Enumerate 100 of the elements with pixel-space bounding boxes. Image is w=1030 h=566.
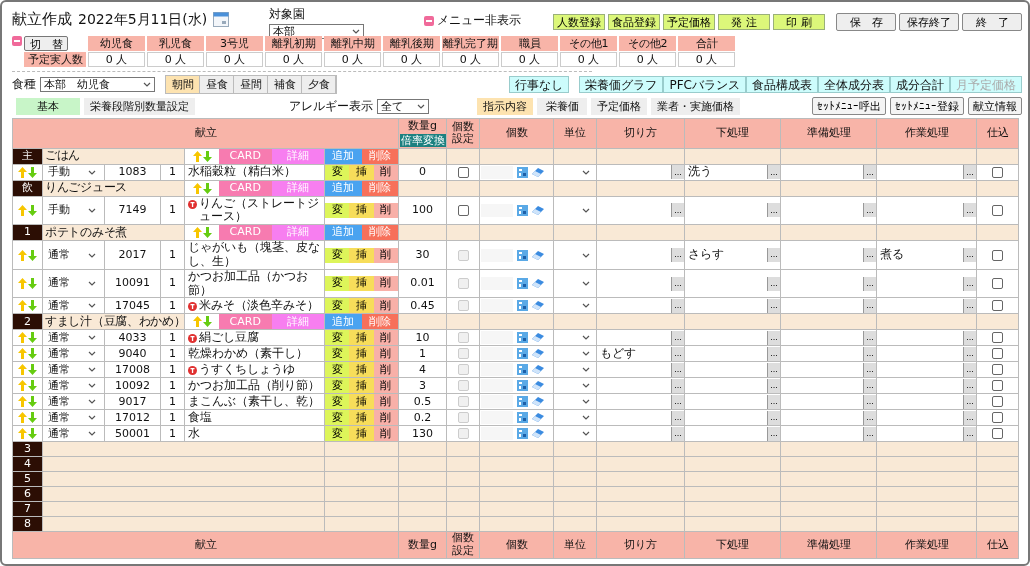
report-button[interactable]: 食品構成表 bbox=[746, 76, 818, 93]
calculator-icon[interactable] bbox=[517, 249, 529, 261]
browse-button[interactable]: ... bbox=[963, 410, 977, 425]
down-arrow-icon[interactable] bbox=[202, 182, 212, 194]
mode-dropdown[interactable]: 通常 bbox=[45, 378, 99, 394]
browse-button[interactable]: ... bbox=[863, 410, 877, 425]
toolbar-button[interactable]: 保存終了 bbox=[899, 13, 959, 31]
down-arrow-icon[interactable] bbox=[28, 380, 37, 392]
browse-button[interactable]: ... bbox=[963, 362, 977, 377]
change-button[interactable]: 変 bbox=[325, 202, 350, 218]
change-button[interactable]: 変 bbox=[325, 394, 350, 410]
change-button[interactable]: 変 bbox=[325, 426, 350, 442]
count-field[interactable] bbox=[481, 248, 514, 262]
up-arrow-icon[interactable] bbox=[18, 412, 27, 424]
insert-button[interactable]: 挿 bbox=[349, 426, 374, 442]
browse-button[interactable]: ... bbox=[963, 394, 977, 409]
down-arrow-icon[interactable] bbox=[28, 348, 37, 360]
browse-button[interactable]: ... bbox=[863, 276, 877, 291]
up-arrow-icon[interactable] bbox=[18, 166, 27, 178]
mode-dropdown[interactable]: 通常 bbox=[45, 330, 99, 346]
browse-button[interactable]: ... bbox=[767, 426, 781, 441]
remove-button[interactable]: 削 bbox=[373, 394, 399, 410]
checkbox[interactable] bbox=[992, 278, 1004, 290]
preprocess-field[interactable]: さらす bbox=[685, 248, 725, 262]
report-button[interactable]: 栄養価グラフ bbox=[579, 76, 664, 93]
change-button[interactable]: 変 bbox=[325, 298, 350, 314]
browse-button[interactable]: ... bbox=[767, 410, 781, 425]
change-button[interactable]: 変 bbox=[325, 362, 350, 378]
up-arrow-icon[interactable] bbox=[18, 332, 27, 344]
report-button[interactable]: 全体成分表 bbox=[818, 76, 890, 93]
up-arrow-icon[interactable] bbox=[18, 428, 27, 440]
remove-button[interactable]: 削 bbox=[373, 362, 399, 378]
up-arrow-icon[interactable] bbox=[18, 380, 27, 392]
eraser-icon[interactable] bbox=[532, 250, 545, 260]
browse-button[interactable]: ... bbox=[963, 298, 977, 313]
meal-tab[interactable]: 補食 bbox=[268, 76, 302, 93]
up-arrow-icon[interactable] bbox=[18, 348, 27, 360]
report-button[interactable]: 成分合計 bbox=[890, 76, 950, 93]
browse-button[interactable]: ... bbox=[767, 203, 781, 218]
toolbar-button[interactable]: 保 存 bbox=[836, 13, 896, 31]
insert-button[interactable]: 挿 bbox=[349, 202, 374, 218]
mode-dropdown[interactable]: 通常 bbox=[45, 362, 99, 378]
browse-button[interactable]: ... bbox=[671, 394, 685, 409]
browse-button[interactable]: ... bbox=[863, 346, 877, 361]
browse-button[interactable]: ... bbox=[767, 276, 781, 291]
down-arrow-icon[interactable] bbox=[202, 150, 212, 162]
remove-button[interactable]: 削 bbox=[373, 426, 399, 442]
browse-button[interactable]: ... bbox=[963, 426, 977, 441]
browse-button[interactable]: ... bbox=[671, 362, 685, 377]
menu-toggle-link[interactable]: メニュー非表示 bbox=[437, 12, 522, 29]
view-tab[interactable]: 基本 bbox=[16, 97, 80, 115]
switch-button[interactable]: 切 替 bbox=[24, 36, 68, 51]
browse-button[interactable]: ... bbox=[671, 410, 685, 425]
change-button[interactable]: 変 bbox=[325, 247, 350, 263]
toolbar-button[interactable]: 人数登録 bbox=[553, 14, 605, 30]
checkbox[interactable] bbox=[992, 428, 1004, 440]
insert-button[interactable]: 挿 bbox=[349, 247, 374, 263]
browse-button[interactable]: ... bbox=[963, 346, 977, 361]
checkbox[interactable] bbox=[992, 364, 1004, 376]
change-button[interactable]: 変 bbox=[325, 378, 350, 394]
set-menu-button[interactable]: ｾｯﾄﾒﾆｭｰ呼出 bbox=[812, 97, 886, 115]
mode-dropdown[interactable]: 通常 bbox=[45, 247, 99, 263]
meal-tab[interactable]: 昼間 bbox=[234, 76, 268, 93]
browse-button[interactable]: ... bbox=[963, 248, 977, 263]
browse-button[interactable]: ... bbox=[963, 378, 977, 393]
remove-button[interactable]: 削 bbox=[373, 247, 399, 263]
eraser-icon[interactable] bbox=[532, 205, 545, 215]
checkbox[interactable] bbox=[457, 166, 469, 178]
change-button[interactable]: 変 bbox=[325, 346, 350, 362]
insert-button[interactable]: 挿 bbox=[349, 346, 374, 362]
count-field[interactable] bbox=[481, 277, 514, 291]
browse-button[interactable]: ... bbox=[767, 378, 781, 393]
browse-button[interactable]: ... bbox=[963, 165, 977, 180]
down-arrow-icon[interactable] bbox=[28, 204, 37, 216]
checkbox[interactable] bbox=[992, 396, 1004, 408]
insert-button[interactable]: 挿 bbox=[349, 276, 374, 292]
toolbar-button[interactable]: 食品登録 bbox=[608, 14, 660, 30]
up-arrow-icon[interactable] bbox=[192, 182, 202, 194]
insert-button[interactable]: 挿 bbox=[349, 394, 374, 410]
browse-button[interactable]: ... bbox=[863, 394, 877, 409]
down-arrow-icon[interactable] bbox=[28, 412, 37, 424]
checkbox[interactable] bbox=[992, 348, 1004, 360]
browse-button[interactable]: ... bbox=[963, 276, 977, 291]
calculator-icon[interactable] bbox=[517, 278, 529, 290]
collapse-icon[interactable] bbox=[424, 15, 435, 26]
meal-tab[interactable]: 夕食 bbox=[302, 76, 336, 93]
checkbox[interactable] bbox=[992, 412, 1004, 424]
up-arrow-icon[interactable] bbox=[18, 278, 27, 290]
down-arrow-icon[interactable] bbox=[28, 428, 37, 440]
insert-button[interactable]: 挿 bbox=[349, 410, 374, 426]
browse-button[interactable]: ... bbox=[963, 330, 977, 345]
detail-tab[interactable]: 予定価格 bbox=[591, 97, 647, 115]
collapse-icon[interactable] bbox=[12, 36, 22, 46]
browse-button[interactable]: ... bbox=[671, 298, 685, 313]
toolbar-button[interactable]: 予定価格 bbox=[663, 14, 715, 30]
up-arrow-icon[interactable] bbox=[18, 396, 27, 408]
report-button[interactable]: PFCバランス bbox=[663, 76, 746, 93]
change-button[interactable]: 変 bbox=[325, 330, 350, 346]
remove-button[interactable]: 削 bbox=[373, 346, 399, 362]
remove-button[interactable]: 削 bbox=[373, 298, 399, 314]
